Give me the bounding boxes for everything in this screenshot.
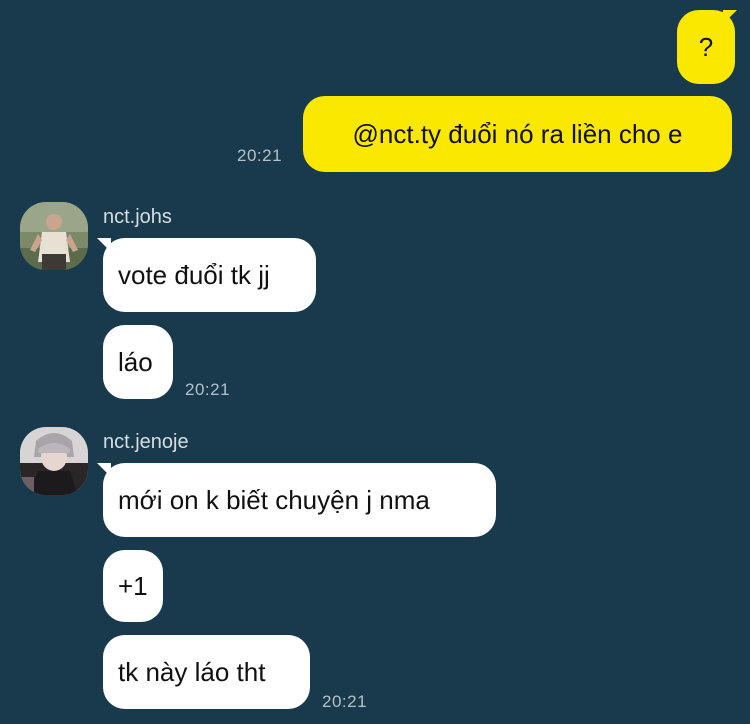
- incoming-message[interactable]: vote đuổi tk jj: [103, 238, 316, 312]
- sender-name: nct.jenoje: [103, 431, 189, 453]
- incoming-message[interactable]: tk này láo tht: [103, 635, 310, 709]
- incoming-message[interactable]: +1: [103, 550, 163, 622]
- message-text: vote đuổi tk jj: [118, 260, 270, 290]
- message-text: mới on k biết chuyện j nma: [118, 485, 430, 515]
- avatar[interactable]: [20, 427, 88, 495]
- message-timestamp: 20:21: [185, 380, 231, 399]
- message-text: @nct.ty đuổi nó ra liền cho e: [352, 119, 683, 149]
- avatar[interactable]: [20, 202, 88, 270]
- incoming-message[interactable]: mới on k biết chuyện j nma: [103, 463, 496, 537]
- outgoing-message[interactable]: @nct.ty đuổi nó ra liền cho e: [303, 96, 732, 172]
- incoming-message[interactable]: láo: [103, 325, 173, 399]
- message-timestamp: 20:21: [237, 146, 283, 165]
- message-text: tk này láo tht: [118, 657, 266, 687]
- bubble-tail: [723, 10, 737, 24]
- chat-thread: ? @nct.ty đuổi nó ra liền cho e 20:21 nc…: [0, 0, 750, 724]
- message-text: ?: [698, 32, 714, 62]
- message-text: láo: [118, 347, 153, 377]
- message-text: +1: [118, 571, 148, 601]
- sender-name: nct.johs: [103, 206, 172, 228]
- message-timestamp: 20:21: [322, 692, 368, 711]
